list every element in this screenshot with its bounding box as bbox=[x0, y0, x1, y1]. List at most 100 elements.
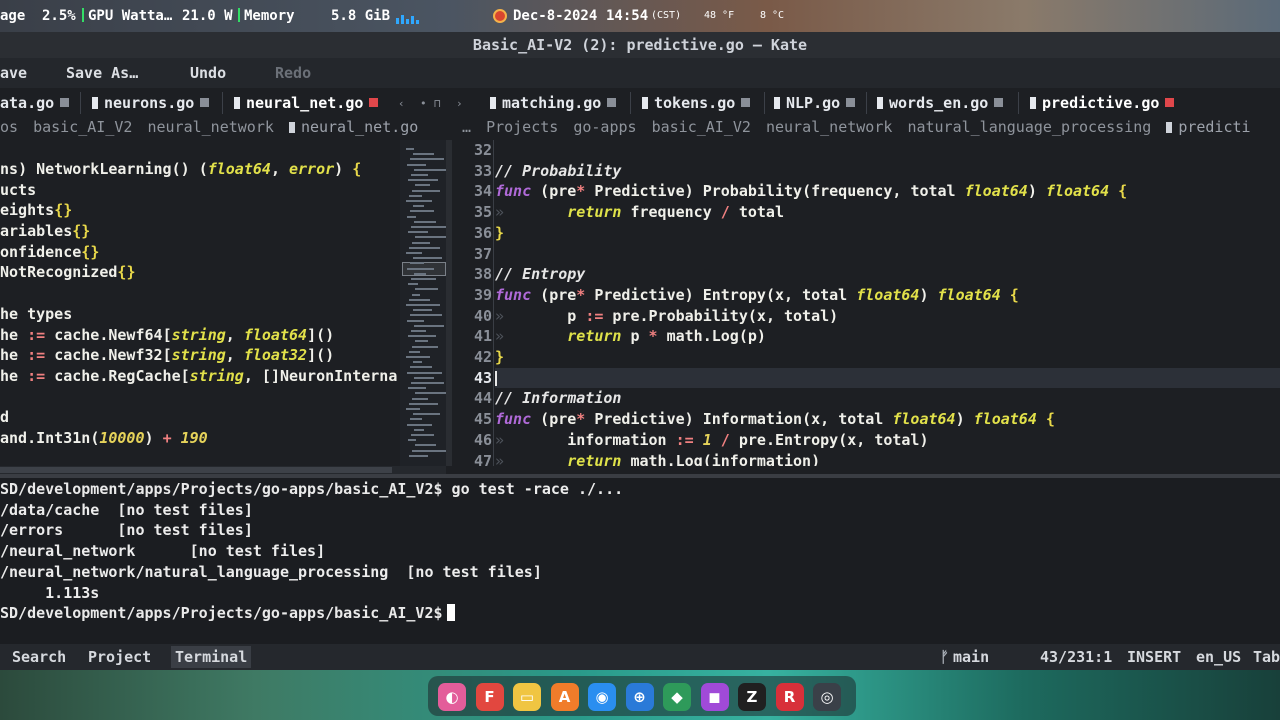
close-tab-icon[interactable] bbox=[1165, 98, 1175, 107]
scroll-tabs-left-icon[interactable]: ‹ bbox=[398, 97, 405, 110]
window-titlebar[interactable]: Basic_AI-V2 (2): predictive.go — Kate bbox=[0, 32, 1280, 58]
code-line[interactable]: } bbox=[495, 347, 1280, 368]
color-picker-app-icon[interactable]: ◐ bbox=[438, 683, 466, 711]
code-line[interactable]: ns) NetworkLearning() (float64, error) { bbox=[0, 159, 400, 180]
terminal-panel[interactable]: SD/development/apps/Projects/go-apps/bas… bbox=[0, 478, 1280, 644]
code-line[interactable]: func (pre* Predictive) Information(x, to… bbox=[495, 409, 1280, 430]
code-line[interactable]: eights{} bbox=[0, 200, 400, 221]
tab-tokens-go[interactable]: tokens.go bbox=[642, 94, 751, 112]
code-line[interactable]: // Entropy bbox=[495, 264, 1280, 285]
breadcrumb-item[interactable]: natural_language_processing bbox=[907, 118, 1151, 136]
code-line[interactable]: NotRecognized{} bbox=[0, 262, 400, 283]
gamepad-app-icon[interactable]: ◎ bbox=[813, 683, 841, 711]
breadcrumb-file[interactable]: predicti bbox=[1166, 118, 1250, 136]
terminal-input-line[interactable]: SD/development/apps/Projects/go-apps/bas… bbox=[0, 604, 455, 624]
minimap[interactable] bbox=[400, 140, 448, 466]
zed-app-icon[interactable]: Z bbox=[738, 683, 766, 711]
breadcrumb-item[interactable]: neural_network bbox=[147, 118, 273, 136]
media-app-icon[interactable]: ◼ bbox=[700, 683, 729, 711]
tab-predictive-go[interactable]: predictive.go bbox=[1030, 94, 1175, 112]
code-line[interactable]: he := cache.Newf32[string, float32]() bbox=[0, 345, 400, 366]
code-line[interactable]: func (pre* Predictive) Entropy(x, total … bbox=[495, 285, 1280, 306]
tab-matching-go[interactable]: matching.go bbox=[490, 94, 617, 112]
project-panel-button[interactable]: Project bbox=[88, 648, 151, 666]
code-line[interactable]: » return p * math.Log(p) bbox=[495, 326, 1280, 347]
save-as-button[interactable]: Save As… bbox=[56, 64, 138, 82]
code-line[interactable]: » information := 1 / pre.Entropy(x, tota… bbox=[495, 430, 1280, 451]
tab-data-go[interactable]: ata.go bbox=[0, 94, 70, 112]
code-line[interactable] bbox=[0, 283, 400, 304]
close-tab-icon[interactable] bbox=[607, 98, 617, 107]
close-tab-icon[interactable] bbox=[60, 98, 70, 107]
input-mode[interactable]: INSERT bbox=[1127, 648, 1181, 666]
git-branch[interactable]: main bbox=[953, 648, 989, 666]
code-line[interactable]: // Information bbox=[495, 388, 1280, 409]
tab-words-en-go[interactable]: words_en.go bbox=[877, 94, 1004, 112]
code-line[interactable]: func (pre* Predictive) Probability(frequ… bbox=[495, 181, 1280, 202]
indentation-setting[interactable]: Tab bbox=[1253, 648, 1280, 666]
code-line[interactable]: » p := pre.Probability(x, total) bbox=[495, 306, 1280, 327]
minimap-line bbox=[415, 236, 448, 239]
code-line[interactable]: he := cache.RegCache[string, []NeuronInt… bbox=[0, 366, 400, 387]
archive-app-icon[interactable]: ◆ bbox=[663, 683, 691, 711]
code-line[interactable]: } bbox=[495, 223, 1280, 244]
code-line[interactable] bbox=[495, 244, 1280, 265]
code-line[interactable] bbox=[495, 140, 1280, 161]
left-code-editor[interactable]: ns) NetworkLearning() (float64, error) {… bbox=[0, 140, 400, 466]
horizontal-scrollbar[interactable] bbox=[0, 466, 446, 474]
breadcrumb-item[interactable]: Projects bbox=[486, 118, 558, 136]
date-text[interactable]: Dec-8-2024 bbox=[513, 8, 597, 24]
network-app-icon[interactable]: ⊕ bbox=[625, 683, 654, 711]
code-line[interactable]: » return frequency / total bbox=[495, 202, 1280, 223]
minimap-line bbox=[408, 231, 428, 234]
code-line[interactable] bbox=[0, 387, 400, 408]
save-button[interactable]: ave bbox=[0, 64, 27, 82]
cursor-position[interactable]: 43/231:1 bbox=[1040, 648, 1112, 666]
scroll-tabs-right-icon[interactable]: › bbox=[456, 97, 463, 110]
code-line[interactable]: he types bbox=[0, 304, 400, 325]
close-tab-icon[interactable] bbox=[369, 98, 379, 107]
code-line[interactable]: // Probability bbox=[495, 161, 1280, 182]
current-code-line[interactable] bbox=[495, 367, 1280, 389]
code-line[interactable]: d bbox=[0, 407, 400, 428]
breadcrumb-file[interactable]: neural_net.go bbox=[289, 118, 418, 136]
undo-button[interactable]: Undo bbox=[180, 64, 226, 82]
appimage-app-icon[interactable]: A bbox=[550, 683, 579, 711]
code-line[interactable]: onfidence{} bbox=[0, 242, 400, 263]
close-tab-icon[interactable] bbox=[200, 98, 210, 107]
code-area[interactable]: // Probability func (pre* Predictive) Pro… bbox=[495, 140, 1280, 466]
redo-button[interactable]: Redo bbox=[275, 64, 311, 82]
tab-neural-net-go[interactable]: neural_net.go bbox=[234, 94, 379, 112]
record-indicator-icon[interactable] bbox=[493, 9, 507, 23]
code-line[interactable]: and.Int31n(10000) + 190 bbox=[0, 428, 400, 449]
breadcrumb-item[interactable]: go-apps bbox=[573, 118, 636, 136]
code-line[interactable]: » return math.Log(information) bbox=[495, 451, 1280, 467]
close-tab-icon[interactable] bbox=[994, 98, 1004, 107]
code-line[interactable]: ariables{} bbox=[0, 221, 400, 242]
search-panel-button[interactable]: Search bbox=[12, 648, 66, 666]
time-text[interactable]: 14:54 bbox=[606, 8, 648, 24]
tab-nlp-go[interactable]: NLP.go bbox=[774, 94, 856, 112]
tab-list-icon[interactable]: • bbox=[420, 97, 427, 110]
breadcrumb-item[interactable]: … bbox=[462, 118, 471, 136]
files-app-icon[interactable]: ▭ bbox=[513, 683, 541, 711]
breadcrumb-item[interactable]: basic_AI_V2 bbox=[33, 118, 132, 136]
dictionary-language[interactable]: en_US bbox=[1196, 648, 1241, 666]
code-line[interactable]: he := cache.Newf64[string, float64]() bbox=[0, 325, 400, 346]
code-line[interactable]: ucts bbox=[0, 180, 400, 201]
breadcrumb-item[interactable]: os bbox=[0, 118, 18, 136]
framer-app-icon[interactable]: F bbox=[475, 683, 504, 711]
minimap-line bbox=[409, 402, 438, 405]
close-tab-icon[interactable] bbox=[741, 98, 751, 107]
split-view-icon[interactable]: ⊓ bbox=[434, 97, 441, 110]
right-code-editor[interactable]: 32 33 34 35 36 37 38 39 40 41 42 43 44 45 46 47 // Prob… bbox=[452, 140, 1280, 466]
r-app-icon[interactable]: R bbox=[775, 683, 804, 711]
terminal-panel-button[interactable]: Terminal bbox=[171, 646, 252, 668]
breadcrumb-item[interactable]: basic_AI_V2 bbox=[652, 118, 751, 136]
close-tab-icon[interactable] bbox=[846, 98, 856, 107]
gpu-value: 21.0 W bbox=[182, 8, 233, 24]
scrollbar-thumb[interactable] bbox=[0, 467, 392, 473]
browser-app-icon[interactable]: ◉ bbox=[588, 683, 616, 711]
breadcrumb-item[interactable]: neural_network bbox=[766, 118, 892, 136]
tab-neurons-go[interactable]: neurons.go bbox=[92, 94, 210, 112]
